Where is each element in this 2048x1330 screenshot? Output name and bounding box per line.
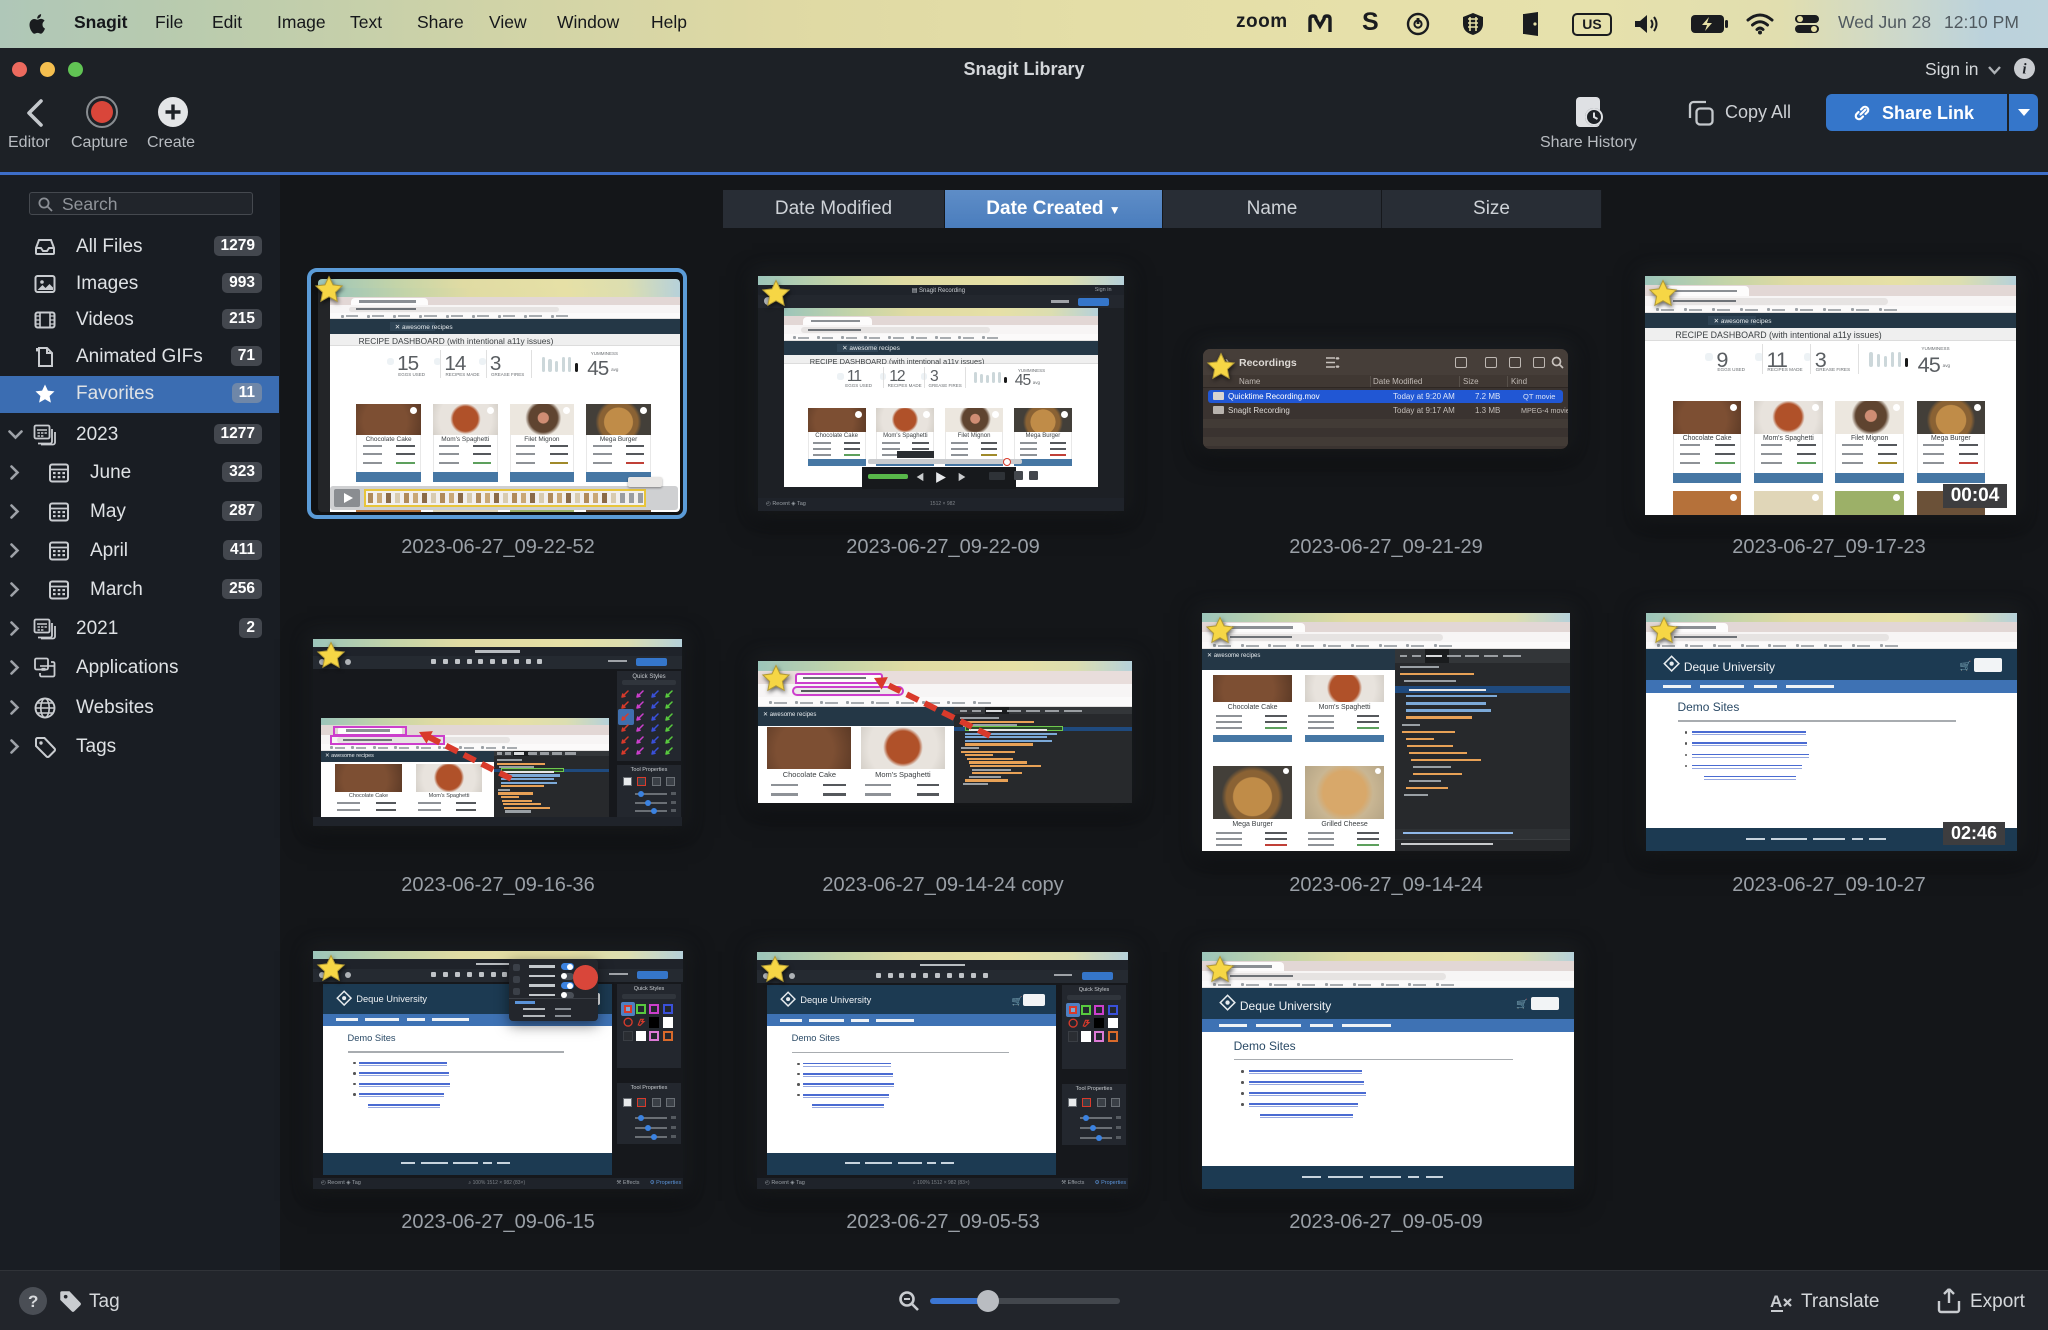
svg-text:A: A — [1770, 1292, 1782, 1311]
